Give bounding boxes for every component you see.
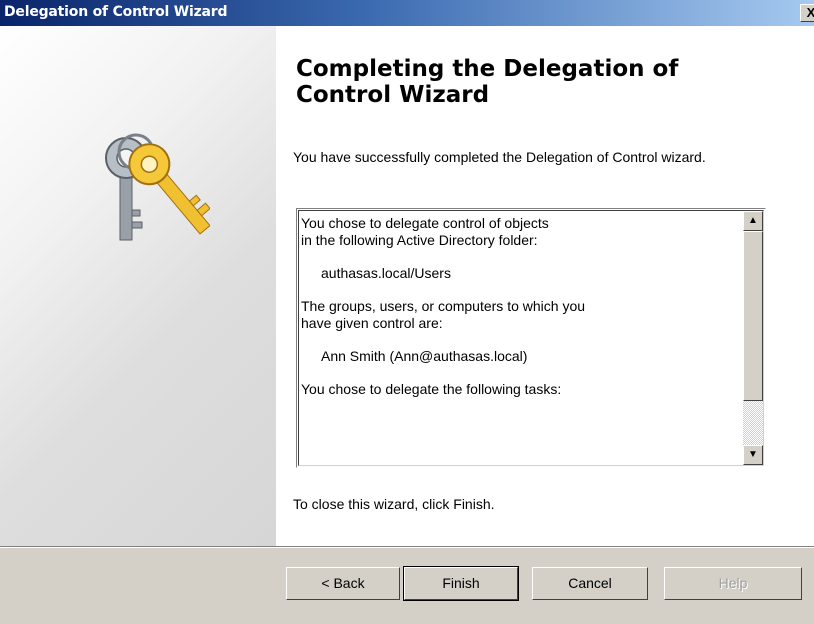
finish-button[interactable]: Finish xyxy=(403,566,519,601)
scroll-up-arrow-icon[interactable]: ▲ xyxy=(743,211,763,231)
scrollbar-track[interactable] xyxy=(743,401,763,445)
back-button[interactable]: < Back xyxy=(286,567,400,600)
summary-textbox[interactable]: You chose to delegate control of objects… xyxy=(296,208,766,468)
summary-text: You chose to delegate control of objects… xyxy=(301,215,731,414)
summary-line: The groups, users, or computers to which… xyxy=(301,298,586,314)
intro-text: You have successfully completed the Dele… xyxy=(293,149,706,165)
scrollbar-thumb[interactable] xyxy=(743,231,763,401)
keys-icon xyxy=(105,133,210,241)
summary-line: You chose to delegate the following task… xyxy=(301,381,562,397)
summary-line: have given control are: xyxy=(301,315,443,331)
wizard-side-panel xyxy=(0,26,276,546)
summary-line: You chose to delegate control of objects xyxy=(301,215,549,231)
close-button[interactable]: X xyxy=(800,4,814,22)
close-hint-text: To close this wizard, click Finish. xyxy=(293,496,495,512)
cancel-button[interactable]: Cancel xyxy=(532,567,648,600)
summary-line: in the following Active Directory folder… xyxy=(301,232,538,248)
wizard-content: Completing the Delegation of Control Wiz… xyxy=(276,26,814,546)
help-button[interactable]: Help xyxy=(664,567,802,600)
page-heading: Completing the Delegation of Control Wiz… xyxy=(296,56,679,108)
vertical-scrollbar[interactable]: ▲ ▼ xyxy=(743,211,763,465)
summary-folder: authasas.local/Users xyxy=(321,265,451,281)
window-title: Delegation of Control Wizard xyxy=(4,4,228,20)
title-bar[interactable]: Delegation of Control Wizard X xyxy=(0,0,814,26)
scroll-down-arrow-icon[interactable]: ▼ xyxy=(743,445,763,465)
button-bar: < Back Finish Cancel Help xyxy=(0,546,814,624)
summary-principal: Ann Smith (Ann@authasas.local) xyxy=(321,348,528,364)
